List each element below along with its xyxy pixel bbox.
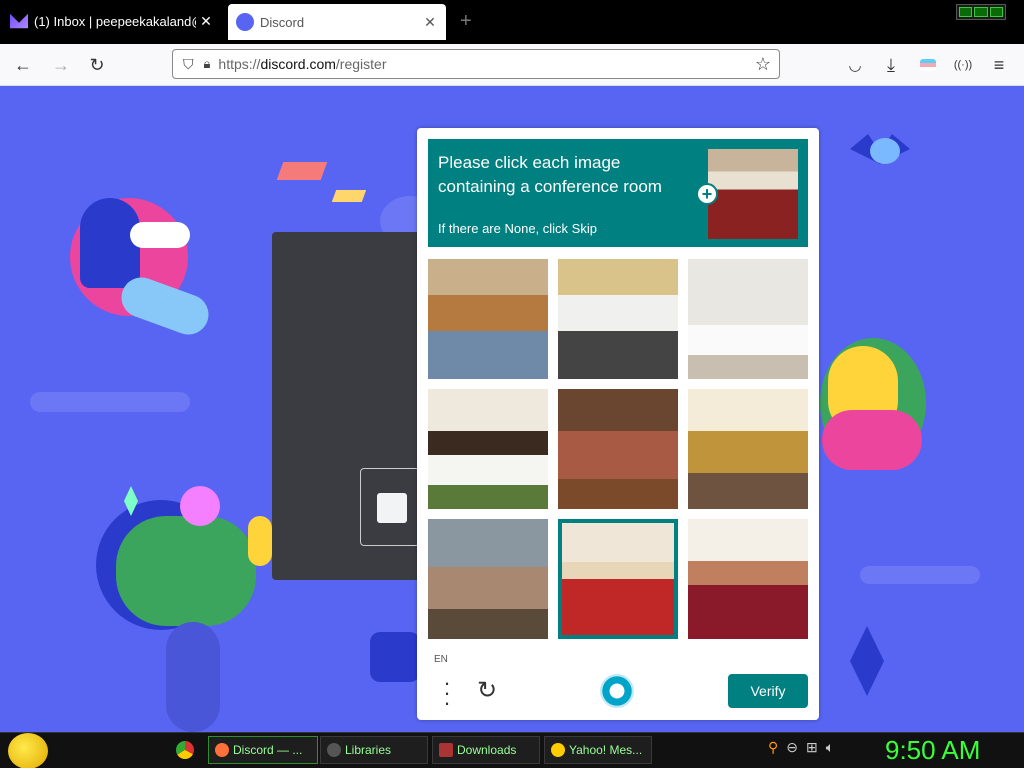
- proton-mail-icon: [10, 13, 28, 29]
- forward-button[interactable]: →: [48, 52, 74, 78]
- system-tray: ⚲ ⊖ ⊞ 🔈︎: [768, 739, 834, 756]
- taskbar-btn-downloads[interactable]: Downloads: [432, 736, 540, 764]
- libraries-icon: [327, 743, 341, 757]
- navigation-toolbar: ← → ↻ ⛉ 🔒︎ https://discord.com/register …: [0, 44, 1024, 86]
- captcha-tile-8[interactable]: [558, 519, 678, 639]
- close-tab-icon[interactable]: ✕: [196, 13, 216, 30]
- illustration-creature-hair: [180, 486, 220, 526]
- address-bar[interactable]: ⛉ 🔒︎ https://discord.com/register ☆: [172, 49, 780, 79]
- tab-discord[interactable]: Discord ✕: [228, 4, 446, 40]
- illustration-bat-body: [870, 138, 900, 164]
- bookmark-star-icon[interactable]: ☆: [755, 54, 771, 75]
- extension-icon[interactable]: [915, 52, 941, 78]
- captcha-tile-9[interactable]: [688, 519, 808, 639]
- captcha-tile-7[interactable]: [428, 519, 548, 639]
- captcha-skip-hint: If there are None, click Skip: [438, 221, 597, 236]
- taskbar-label: Yahoo! Mes...: [569, 743, 643, 757]
- refresh-challenge-icon[interactable]: ↻: [477, 676, 497, 705]
- captcha-header: Please click each image containing a con…: [428, 139, 808, 247]
- back-button[interactable]: ←: [10, 52, 36, 78]
- url-text: https://discord.com/register: [218, 56, 387, 72]
- close-tab-icon[interactable]: ✕: [420, 14, 440, 31]
- downloads-icon[interactable]: ⤓: [878, 52, 904, 78]
- taskbar: Discord — ... Libraries Downloads Yahoo!…: [0, 732, 1024, 768]
- expand-example-icon[interactable]: +: [696, 183, 718, 205]
- taskbar-btn-yahoo[interactable]: Yahoo! Mes...: [544, 736, 652, 764]
- yahoo-messenger-icon: [551, 743, 565, 757]
- captcha-tile-3[interactable]: [688, 259, 808, 379]
- captcha-tile-2[interactable]: [558, 259, 678, 379]
- extension-icon[interactable]: ((·)): [950, 52, 976, 78]
- example-image: [708, 149, 798, 239]
- lock-icon: 🔒︎: [203, 56, 211, 71]
- captcha-prompt: Please click each image containing a con…: [438, 153, 662, 196]
- illustration-green-creature: [116, 516, 256, 626]
- hcaptcha-logo-icon: [600, 674, 634, 708]
- tab-inbox[interactable]: (1) Inbox | peepeekakaland@pro ✕: [0, 2, 222, 40]
- captcha-tile-1[interactable]: [428, 259, 548, 379]
- illustration-chat-bubble: [130, 222, 190, 248]
- taskbar-label: Downloads: [457, 743, 517, 757]
- more-options-icon[interactable]: · · ·: [437, 672, 457, 714]
- window-controls[interactable]: [956, 4, 1006, 20]
- search-icon[interactable]: ⚲: [768, 739, 778, 756]
- taskbar-clock: 9:50 AM: [885, 735, 981, 765]
- reload-button[interactable]: ↻: [84, 52, 110, 78]
- background-cloud: [30, 392, 190, 412]
- discord-icon: [236, 13, 254, 31]
- illustration-yellow-creature: [248, 516, 272, 566]
- browser-tab-bar: (1) Inbox | peepeekakaland@pro ✕ Discord…: [0, 0, 1024, 44]
- captcha-tile-6[interactable]: [688, 389, 808, 509]
- captcha-tile-5[interactable]: [558, 389, 678, 509]
- status-icon[interactable]: ⊖: [786, 739, 798, 756]
- volume-icon[interactable]: 🔈︎: [826, 739, 834, 756]
- illustration-pink-character: [822, 410, 922, 470]
- taskbar-btn-discord[interactable]: Discord — ...: [208, 736, 318, 764]
- network-icon[interactable]: ⊞: [806, 739, 818, 756]
- chrome-icon[interactable]: [176, 741, 194, 759]
- tab-label: Discord: [260, 14, 305, 30]
- illustration-book: [276, 162, 328, 180]
- start-smiley-icon[interactable]: [8, 733, 48, 768]
- taskbar-label: Discord — ...: [233, 743, 303, 757]
- firefox-icon: [215, 743, 229, 757]
- form-checkbox-area[interactable]: [360, 468, 420, 546]
- illustration-robot: [370, 632, 420, 682]
- illustration-shadow: [166, 622, 220, 732]
- background-cloud: [860, 566, 980, 584]
- captcha-tile-4[interactable]: [428, 389, 548, 509]
- illustration-book: [331, 190, 367, 202]
- downloads-folder-icon: [439, 743, 453, 757]
- shield-icon: ⛉: [183, 55, 194, 72]
- illustration-sparkle: [850, 626, 884, 696]
- illustration-hooded-character: [80, 198, 140, 288]
- language-selector[interactable]: EN: [434, 654, 448, 665]
- taskbar-btn-libraries[interactable]: Libraries: [320, 736, 428, 764]
- verify-button[interactable]: Verify: [728, 674, 808, 708]
- hcaptcha-challenge: Please click each image containing a con…: [417, 128, 819, 720]
- menu-icon[interactable]: ≡: [986, 52, 1012, 78]
- new-tab-button[interactable]: +: [460, 10, 472, 33]
- taskbar-label: Libraries: [345, 743, 392, 757]
- pocket-icon[interactable]: ◡: [842, 52, 868, 78]
- tab-label: (1) Inbox | peepeekakaland@pro: [34, 13, 196, 29]
